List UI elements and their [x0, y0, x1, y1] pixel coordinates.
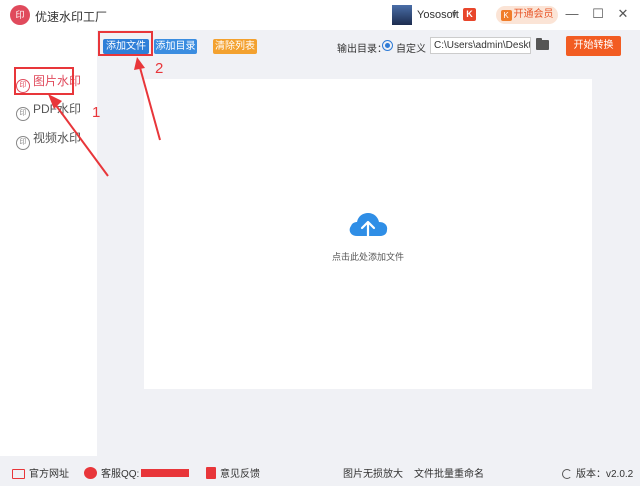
- vip-icon: K: [500, 10, 512, 21]
- annotation-number-2: 2: [155, 60, 164, 77]
- sidebar-item-label: PDF水印: [33, 102, 82, 116]
- user-badge-icon: K: [463, 8, 476, 21]
- footer-qq-label: 客服QQ:: [101, 469, 140, 480]
- annotation-box-2: [98, 31, 153, 56]
- sidebar-item-label: 视频水印: [33, 131, 82, 145]
- footer-website-label: 官方网址: [29, 469, 69, 480]
- pdf-feedback-icon: [206, 467, 216, 479]
- vip-button[interactable]: K 开通会员: [496, 6, 558, 24]
- custom-output-radio[interactable]: [382, 40, 393, 51]
- watermark-icon: 印: [16, 136, 30, 150]
- chevron-down-icon[interactable]: ∨: [451, 9, 458, 20]
- website-icon: [12, 469, 25, 479]
- minimize-button[interactable]: —: [561, 4, 583, 24]
- sidebar-item-pdf-watermark[interactable]: 印 PDF水印: [16, 98, 82, 121]
- footer-enlarge-link[interactable]: 图片无损放大: [343, 465, 403, 480]
- custom-output-label[interactable]: 自定义: [396, 40, 426, 55]
- sidebar-item-video-watermark[interactable]: 印视频水印: [16, 127, 82, 150]
- user-avatar[interactable]: [392, 5, 412, 25]
- annotation-box-1: [14, 67, 74, 95]
- version-label: 版本：v2.0.2: [576, 469, 634, 480]
- cloud-upload-icon[interactable]: [347, 210, 389, 242]
- vip-label: 开通会员: [513, 9, 554, 20]
- watermark-icon: 印: [16, 107, 30, 121]
- app-logo-icon: 印: [10, 5, 30, 25]
- output-dir-label: 输出目录：: [337, 44, 387, 55]
- app-title: 优速水印工厂: [35, 10, 108, 24]
- title-bar: 印 优速水印工厂 Yososoft ∨ K K 开通会员 — ☐ ✕: [0, 0, 640, 30]
- footer-rename-link[interactable]: 文件批量重命名: [414, 465, 484, 480]
- customer-service-icon: [84, 467, 97, 479]
- footer-qq-link[interactable]: 客服QQ:: [84, 465, 190, 480]
- footer-feedback-label: 意见反馈: [220, 469, 260, 480]
- close-button[interactable]: ✕: [612, 4, 634, 24]
- maximize-button[interactable]: ☐: [587, 4, 609, 24]
- file-drop-area[interactable]: 点击此处添加文件: [144, 79, 592, 389]
- arrow-2-head: [134, 57, 145, 70]
- annotation-number-1: 1: [92, 104, 101, 121]
- output-path-input[interactable]: C:\Users\admin\Desktop: [430, 37, 531, 54]
- drop-hint[interactable]: 点击此处添加文件: [144, 250, 592, 263]
- footer-version[interactable]: 版本：v2.0.2: [562, 465, 633, 480]
- footer-feedback-link[interactable]: 意见反馈: [206, 465, 260, 480]
- clear-list-button[interactable]: 清除列表: [213, 39, 257, 54]
- start-convert-button[interactable]: 开始转换: [566, 36, 621, 56]
- folder-icon[interactable]: [536, 38, 549, 50]
- add-folder-button[interactable]: 添加目录: [154, 39, 197, 54]
- refresh-icon: [562, 469, 572, 479]
- footer-website-link[interactable]: 官方网址: [12, 465, 69, 480]
- qq-number-redacted: [141, 469, 190, 477]
